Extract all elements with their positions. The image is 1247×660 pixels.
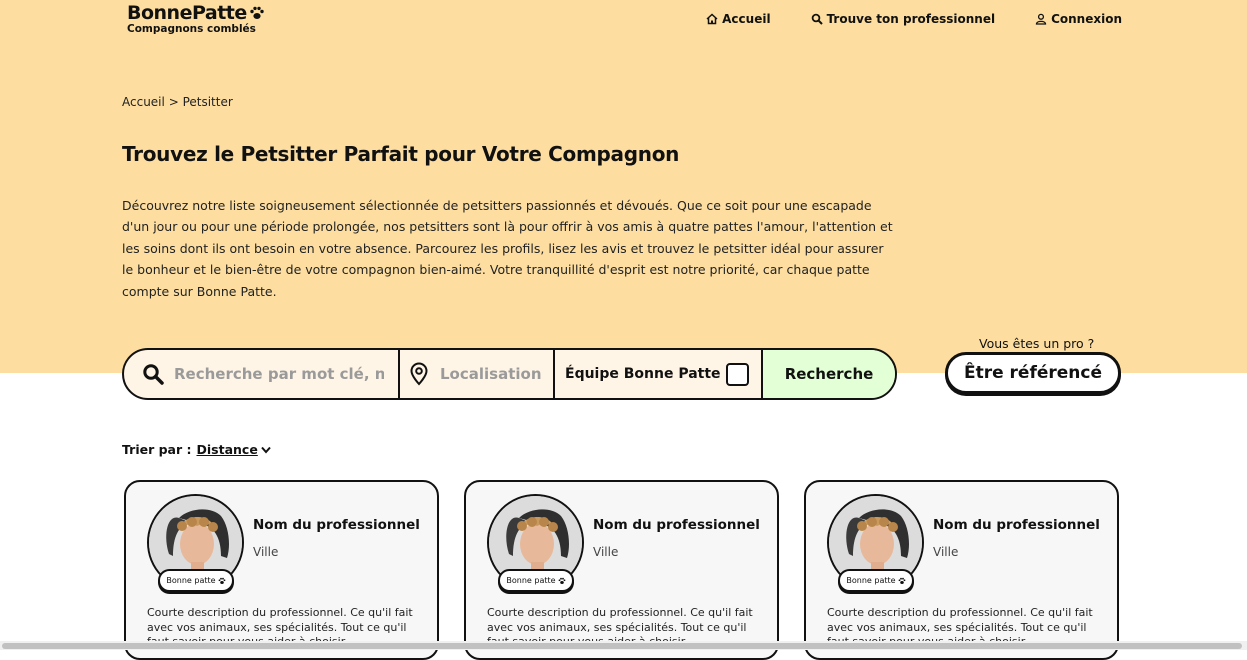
badge-label: Bonne patte — [166, 576, 216, 585]
nav-item-login[interactable]: Connexion — [1035, 12, 1122, 26]
brand-name: BonnePatte — [127, 2, 247, 24]
sort-dropdown[interactable]: Distance — [197, 442, 271, 457]
location-search-segment — [400, 350, 555, 398]
paw-icon — [898, 577, 905, 584]
team-filter-checkbox[interactable] — [726, 362, 749, 386]
professional-name: Nom du professionnel — [253, 517, 420, 533]
breadcrumb-current: Petsitter — [182, 95, 233, 109]
sort-value: Distance — [196, 442, 258, 457]
nav-item-find-professional[interactable]: Trouve ton professionnel — [811, 12, 996, 26]
user-icon — [1035, 13, 1047, 25]
keyword-search-segment — [124, 350, 400, 398]
breadcrumb: Accueil > Petsitter — [122, 95, 233, 109]
paw-icon — [218, 577, 225, 584]
team-filter-label: Équipe Bonne Patte — [565, 366, 721, 382]
professional-city: Ville — [933, 545, 959, 559]
chevron-down-icon — [261, 446, 271, 454]
search-submit-button[interactable]: Recherche — [763, 350, 895, 398]
keyword-search-input[interactable] — [174, 365, 384, 383]
get-listed-button[interactable]: Être référencé — [945, 352, 1121, 394]
breadcrumb-home[interactable]: Accueil — [122, 95, 165, 109]
page-title: Trouvez le Petsitter Parfait pour Votre … — [122, 142, 680, 166]
professional-card[interactable]: Bonne patte Nom du professionnel Ville C… — [124, 480, 439, 660]
badge-label: Bonne patte — [506, 576, 556, 585]
hero-section — [0, 0, 1247, 373]
nav-item-label: Connexion — [1051, 12, 1122, 26]
professional-card[interactable]: Bonne patte Nom du professionnel Ville C… — [804, 480, 1119, 660]
bonne-patte-badge: Bonne patte — [158, 569, 234, 592]
location-input[interactable] — [440, 365, 550, 383]
search-icon — [143, 364, 164, 385]
nav-item-label: Trouve ton professionnel — [826, 12, 996, 26]
location-pin-icon — [410, 362, 428, 386]
professional-name: Nom du professionnel — [933, 517, 1100, 533]
professional-city: Ville — [253, 545, 279, 559]
pro-question: Vous êtes un pro ? — [979, 336, 1095, 351]
scrollbar-thumb[interactable] — [2, 643, 1242, 649]
nav-item-label: Accueil — [722, 12, 771, 26]
paw-icon — [558, 577, 565, 584]
sort-label: Trier par : — [122, 442, 192, 457]
bonne-patte-badge: Bonne patte — [498, 569, 574, 592]
brand-tagline: Compagnons comblés — [127, 23, 256, 35]
page-intro: Découvrez notre liste soigneusement séle… — [122, 198, 893, 299]
paw-icon — [250, 6, 264, 19]
main-nav: Accueil Trouve ton professionnel Connexi… — [706, 12, 1122, 26]
brand-logo[interactable]: BonnePatte Compagnons comblés — [127, 2, 265, 35]
professional-card[interactable]: Bonne patte Nom du professionnel Ville C… — [464, 480, 779, 660]
professional-name: Nom du professionnel — [593, 517, 760, 533]
bonne-patte-badge: Bonne patte — [838, 569, 914, 592]
nav-item-home[interactable]: Accueil — [706, 12, 771, 26]
home-icon — [706, 13, 718, 25]
badge-label: Bonne patte — [846, 576, 896, 585]
breadcrumb-separator: > — [168, 95, 179, 109]
horizontal-scrollbar[interactable] — [0, 641, 1247, 650]
professional-city: Ville — [593, 545, 619, 559]
search-icon — [811, 13, 823, 25]
sort-control: Trier par : Distance — [122, 442, 271, 457]
team-filter-segment[interactable]: Équipe Bonne Patte — [555, 350, 763, 398]
search-bar: Équipe Bonne Patte Recherche — [122, 348, 897, 400]
